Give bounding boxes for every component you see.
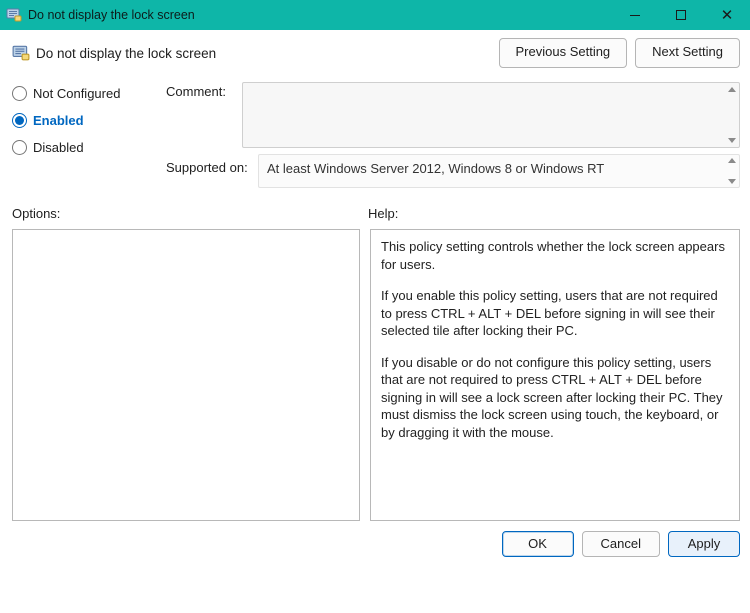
radio-not-configured[interactable]: Not Configured bbox=[12, 86, 160, 101]
window-title: Do not display the lock screen bbox=[28, 8, 612, 22]
minimize-button[interactable] bbox=[612, 0, 658, 30]
radio-label: Enabled bbox=[33, 113, 84, 128]
comment-textarea[interactable] bbox=[242, 82, 740, 148]
help-paragraph: If you disable or do not configure this … bbox=[381, 354, 729, 442]
previous-setting-button[interactable]: Previous Setting bbox=[499, 38, 628, 68]
supported-on-label: Supported on: bbox=[166, 154, 258, 175]
ok-button[interactable]: OK bbox=[502, 531, 574, 557]
scroll-up-icon bbox=[728, 87, 736, 92]
supported-on-value-box: At least Windows Server 2012, Windows 8 … bbox=[258, 154, 740, 188]
supported-on-value: At least Windows Server 2012, Windows 8 … bbox=[267, 161, 604, 176]
state-radio-group: Not Configured Enabled Disabled bbox=[12, 82, 160, 188]
scroll-up-icon bbox=[728, 158, 736, 163]
help-paragraph: If you enable this policy setting, users… bbox=[381, 287, 729, 340]
close-button[interactable]: ✕ bbox=[704, 0, 750, 30]
options-label: Options: bbox=[12, 206, 368, 221]
scroll-down-icon bbox=[728, 138, 736, 143]
header-row: Do not display the lock screen Previous … bbox=[12, 38, 740, 68]
titlebar[interactable]: Do not display the lock screen ✕ bbox=[0, 0, 750, 30]
maximize-button[interactable] bbox=[658, 0, 704, 30]
apply-button[interactable]: Apply bbox=[668, 531, 740, 557]
help-label: Help: bbox=[368, 206, 740, 221]
window: Do not display the lock screen ✕ Do not … bbox=[0, 0, 750, 613]
gpo-icon bbox=[6, 7, 22, 23]
radio-label: Disabled bbox=[33, 140, 84, 155]
options-pane[interactable] bbox=[12, 229, 360, 521]
radio-enabled[interactable]: Enabled bbox=[12, 113, 160, 128]
comment-label: Comment: bbox=[166, 82, 236, 99]
help-pane[interactable]: This policy setting controls whether the… bbox=[370, 229, 740, 521]
client-area: Do not display the lock screen Previous … bbox=[0, 30, 750, 613]
next-setting-button[interactable]: Next Setting bbox=[635, 38, 740, 68]
page-title: Do not display the lock screen bbox=[36, 46, 216, 61]
radio-disabled[interactable]: Disabled bbox=[12, 140, 160, 155]
cancel-button[interactable]: Cancel bbox=[582, 531, 660, 557]
gpo-icon bbox=[12, 44, 30, 62]
dialog-footer: OK Cancel Apply bbox=[12, 531, 740, 557]
radio-label: Not Configured bbox=[33, 86, 120, 101]
help-paragraph: This policy setting controls whether the… bbox=[381, 238, 729, 273]
scroll-down-icon bbox=[728, 179, 736, 184]
